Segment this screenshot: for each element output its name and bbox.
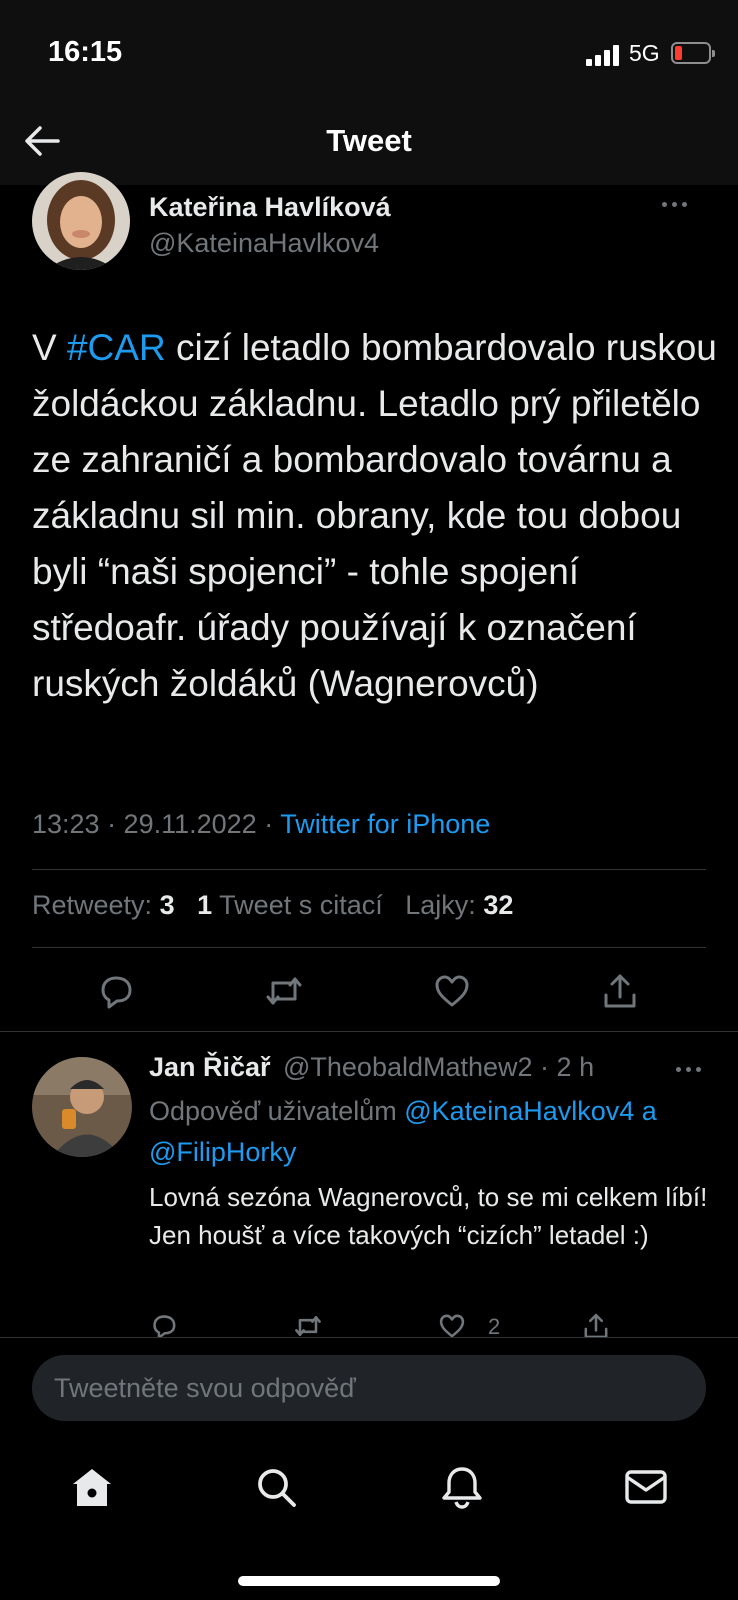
search-icon[interactable] xyxy=(252,1463,300,1511)
mention-link[interactable]: @FilipHorky xyxy=(149,1137,296,1167)
battery-icon xyxy=(671,42,715,64)
nav-header: Tweet xyxy=(0,105,738,185)
retweets-label: Retweety: xyxy=(32,890,153,920)
retweet-icon[interactable] xyxy=(262,969,306,1013)
author-handle[interactable]: @KateinaHavlkov4 xyxy=(149,228,379,259)
retweets-count: 3 xyxy=(159,890,175,920)
divider xyxy=(0,1337,738,1338)
more-options-icon[interactable] xyxy=(674,1064,704,1074)
bottom-bar xyxy=(0,1337,738,1600)
quotes-stat[interactable]: 1 Tweet s citací xyxy=(197,890,383,920)
replying-to: Odpověď uživatelům @KateinaHavlkov4 a @F… xyxy=(149,1091,709,1173)
like-icon[interactable] xyxy=(430,969,474,1013)
reply-composer xyxy=(32,1355,706,1421)
retweets-stat[interactable]: Retweety: 3 xyxy=(32,890,175,920)
reply-text: Lovná sezóna Wagnerovců, to se mi celkem… xyxy=(149,1182,708,1250)
page-title: Tweet xyxy=(326,123,412,158)
share-icon[interactable] xyxy=(598,969,642,1013)
likes-stat[interactable]: Lajky: 32 xyxy=(405,890,513,920)
hashtag-link[interactable]: #CAR xyxy=(67,327,166,368)
divider xyxy=(32,947,706,948)
home-icon[interactable] xyxy=(68,1463,116,1511)
reply-input[interactable] xyxy=(54,1355,674,1421)
home-indicator xyxy=(238,1576,500,1586)
divider xyxy=(32,869,706,870)
network-type: 5G xyxy=(629,40,660,66)
status-bar: 16:15 5G xyxy=(0,0,738,105)
mention-link[interactable]: @KateinaHavlkov4 xyxy=(404,1096,634,1126)
likes-label: Lajky: xyxy=(405,890,476,920)
battery-level xyxy=(675,46,682,60)
tweet-text-start: V xyxy=(32,327,67,368)
tweet-meta: 13:23 · 29.11.2022 · Twitter for iPhone xyxy=(32,809,490,840)
reply-meta: @TheobaldMathew2 · 2 h xyxy=(283,1052,595,1082)
mention-joiner: a xyxy=(641,1096,657,1126)
tweet-text-body: cizí letadlo bombardovalo ruskou žoldáck… xyxy=(32,327,717,704)
reply-author-name[interactable]: Jan Řičař xyxy=(149,1052,271,1083)
more-options-icon[interactable] xyxy=(660,199,690,209)
quotes-label: Tweet s citací xyxy=(219,890,383,920)
signal-strength-icon xyxy=(586,44,622,66)
author-name[interactable]: Kateřina Havlíková xyxy=(149,192,391,223)
tweet-timestamp: 13:23 · 29.11.2022 · xyxy=(32,809,281,839)
tweet-text: V #CAR cizí letadlo bombardovalo ruskou … xyxy=(32,320,722,712)
replying-to-label: Odpověď uživatelům xyxy=(149,1096,397,1126)
quotes-count: 1 xyxy=(197,890,213,920)
author-avatar[interactable] xyxy=(32,172,130,270)
tweet-stats: Retweety: 3 1 Tweet s citací Lajky: 32 xyxy=(32,890,513,921)
tweet-source-link[interactable]: Twitter for iPhone xyxy=(280,809,490,839)
divider xyxy=(0,1031,738,1032)
reply-author-avatar[interactable] xyxy=(32,1057,132,1157)
messages-icon[interactable] xyxy=(622,1463,670,1511)
notifications-icon[interactable] xyxy=(438,1463,486,1511)
status-time: 16:15 xyxy=(48,36,123,68)
reply-icon[interactable] xyxy=(94,969,138,1013)
likes-count: 32 xyxy=(483,890,514,920)
